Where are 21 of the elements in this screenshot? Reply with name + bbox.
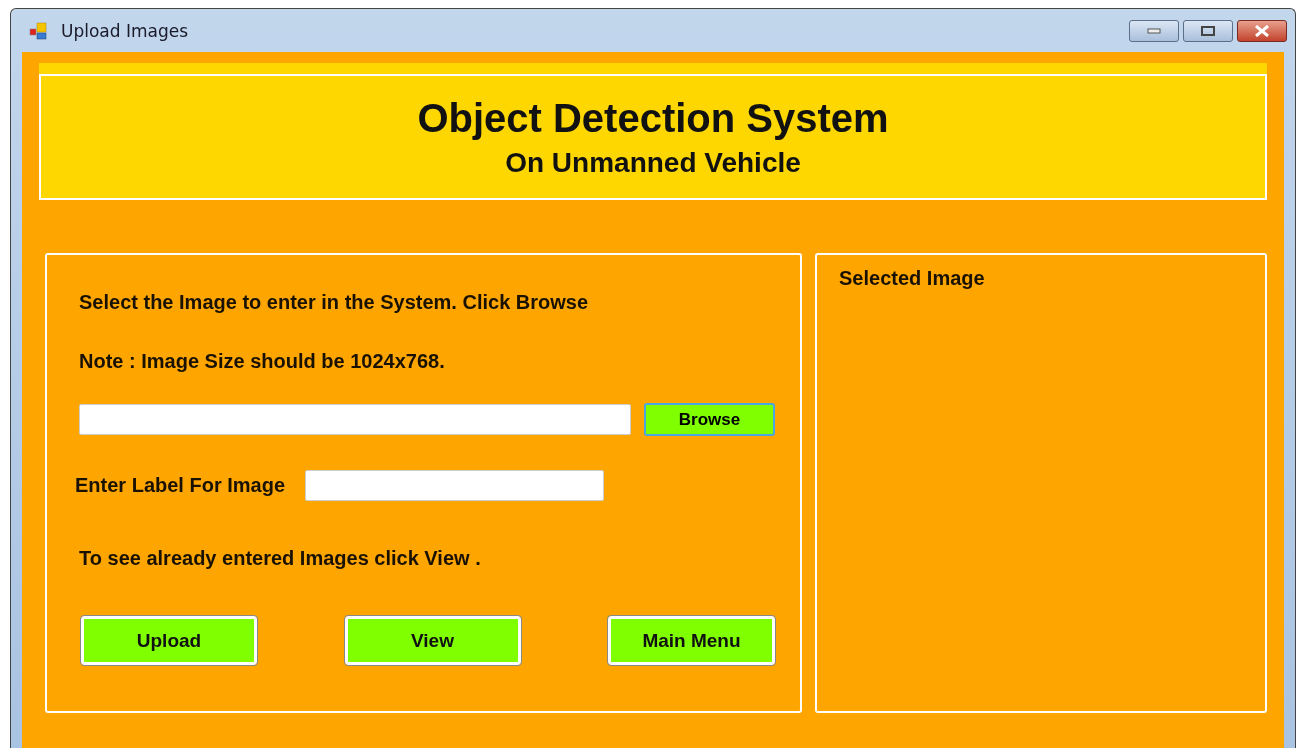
file-path-field[interactable] (79, 404, 631, 435)
browse-button[interactable]: Browse (644, 403, 775, 436)
close-icon (1254, 24, 1270, 37)
app-subtitle: On Unmanned Vehicle (505, 146, 801, 179)
maximize-button[interactable] (1183, 19, 1233, 42)
note-text: Note : Image Size should be 1024x768. (79, 350, 446, 373)
close-button[interactable] (1237, 19, 1287, 42)
label-field[interactable] (305, 470, 605, 501)
action-button[interactable]: Main Menu (608, 616, 775, 665)
action-button[interactable]: Upload (81, 616, 257, 665)
app-icon (29, 21, 49, 40)
view-hint-text: To see already entered Images click View . (79, 547, 482, 570)
minimize-icon (1147, 27, 1161, 34)
label-prompt: Enter Label For Image (75, 474, 286, 497)
preview-title: Selected Image (839, 267, 986, 290)
maximize-icon (1201, 25, 1215, 36)
window-title: Upload Images (61, 20, 189, 41)
app-title: Object Detection System (417, 95, 889, 141)
instruction-text: Select the Image to enter in the System. Click Browse (79, 291, 590, 314)
action-button[interactable]: View (344, 616, 521, 665)
minimize-button[interactable] (1129, 19, 1179, 42)
